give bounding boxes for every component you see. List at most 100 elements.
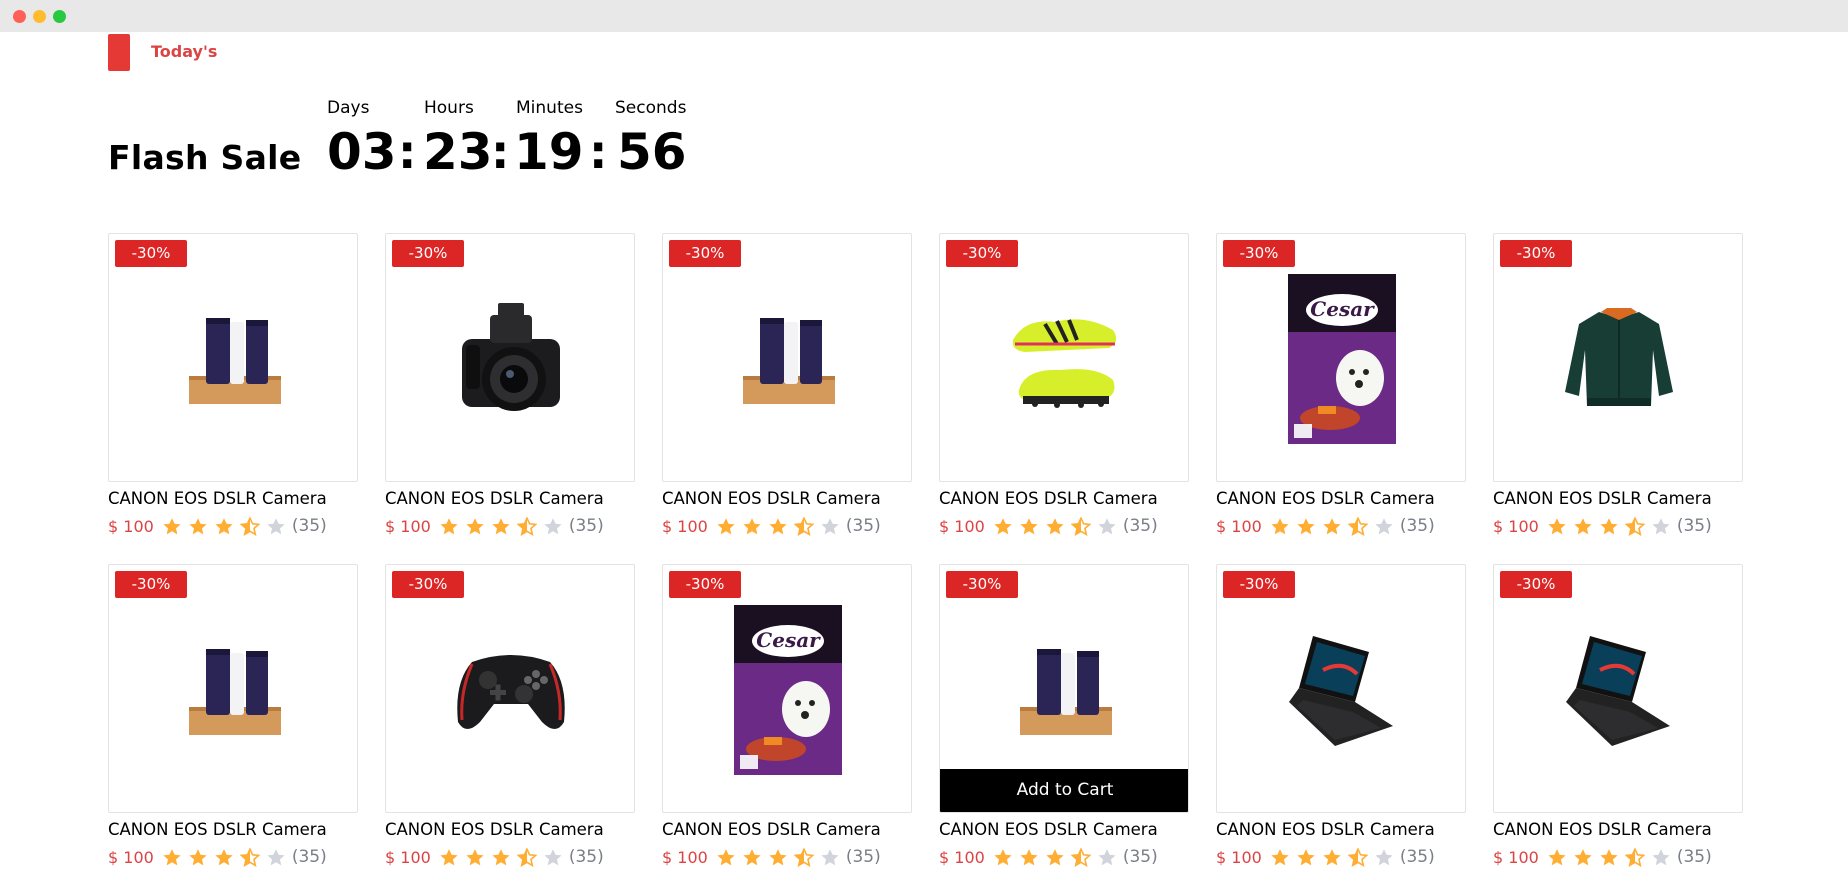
svg-text:Cesar: Cesar bbox=[1310, 297, 1375, 321]
rating-stars bbox=[1270, 847, 1400, 867]
product-name[interactable]: CANON EOS DSLR Camera bbox=[662, 820, 881, 839]
star-empty-icon bbox=[267, 848, 285, 865]
product-name[interactable]: CANON EOS DSLR Camera bbox=[1216, 820, 1435, 839]
product-image-frame[interactable]: -30% bbox=[1493, 564, 1743, 813]
product-name[interactable]: CANON EOS DSLR Camera bbox=[1493, 820, 1712, 839]
add-to-cart-button[interactable]: Add to Cart bbox=[940, 769, 1188, 812]
star-half-icon bbox=[239, 516, 260, 536]
star-empty-icon bbox=[1098, 517, 1116, 534]
star-half-icon bbox=[1624, 516, 1645, 536]
countdown-days-label: Days bbox=[327, 98, 370, 118]
star-full-icon bbox=[769, 848, 787, 865]
review-count: (35) bbox=[568, 847, 604, 867]
product-meta: $ 100 (35) bbox=[1493, 846, 1712, 868]
product-name[interactable]: CANON EOS DSLR Camera bbox=[108, 489, 327, 508]
product-image-frame[interactable]: -30% bbox=[108, 233, 358, 482]
product-name[interactable]: CANON EOS DSLR Camera bbox=[1216, 489, 1435, 508]
countdown-days-value: 03 bbox=[327, 123, 397, 181]
star-full-icon bbox=[466, 517, 484, 534]
rating-stars bbox=[439, 847, 569, 867]
countdown-minutes-label: Minutes bbox=[516, 98, 583, 118]
camera-product-image bbox=[386, 234, 634, 481]
product-meta: $ 100 (35) bbox=[108, 515, 327, 537]
star-full-icon bbox=[1297, 517, 1315, 534]
product-image-frame[interactable]: Cesar -30% bbox=[1216, 233, 1466, 482]
discount-badge: -30% bbox=[946, 571, 1018, 598]
product-image-frame[interactable]: -30% bbox=[662, 233, 912, 482]
tubes-product-image bbox=[109, 565, 357, 812]
maximize-window-button[interactable] bbox=[53, 10, 66, 23]
star-empty-icon bbox=[1098, 848, 1116, 865]
countdown-separator: : bbox=[491, 125, 510, 179]
star-half-icon bbox=[793, 516, 814, 536]
soccer-cleats-product-image bbox=[940, 234, 1188, 481]
gamepad-product-image bbox=[386, 565, 634, 812]
product-name[interactable]: CANON EOS DSLR Camera bbox=[662, 489, 881, 508]
star-full-icon bbox=[1046, 517, 1064, 534]
review-count: (35) bbox=[1399, 516, 1435, 536]
star-empty-icon bbox=[267, 517, 285, 534]
star-full-icon bbox=[1574, 517, 1592, 534]
product-image-frame[interactable]: -30% bbox=[1493, 233, 1743, 482]
discount-badge: -30% bbox=[1223, 571, 1295, 598]
star-full-icon bbox=[743, 517, 761, 534]
discount-badge: -30% bbox=[115, 240, 187, 267]
product-meta: $ 100 (35) bbox=[662, 515, 881, 537]
product-meta: $ 100 (35) bbox=[108, 846, 327, 868]
product-name[interactable]: CANON EOS DSLR Camera bbox=[939, 489, 1158, 508]
star-full-icon bbox=[1600, 848, 1618, 865]
star-half-icon bbox=[1347, 847, 1368, 867]
product-meta: $ 100 (35) bbox=[662, 846, 881, 868]
discount-badge: -30% bbox=[392, 571, 464, 598]
product-name[interactable]: CANON EOS DSLR Camera bbox=[1493, 489, 1712, 508]
jacket-product-image bbox=[1494, 234, 1742, 481]
star-full-icon bbox=[1548, 848, 1566, 865]
product-price: $ 100 bbox=[1216, 516, 1262, 536]
rating-stars bbox=[716, 847, 846, 867]
section-label: Today's bbox=[151, 42, 218, 61]
product-image-frame[interactable]: Cesar -30% bbox=[662, 564, 912, 813]
minimize-window-button[interactable] bbox=[33, 10, 46, 23]
product-image-frame[interactable]: -30% bbox=[385, 564, 635, 813]
svg-text:Cesar: Cesar bbox=[756, 628, 821, 652]
star-half-icon bbox=[239, 847, 260, 867]
discount-badge: -30% bbox=[1500, 240, 1572, 267]
star-full-icon bbox=[1548, 517, 1566, 534]
review-count: (35) bbox=[1122, 847, 1158, 867]
rating-stars bbox=[1270, 516, 1400, 536]
star-full-icon bbox=[1020, 848, 1038, 865]
countdown-separator: : bbox=[398, 125, 417, 179]
star-full-icon bbox=[1046, 848, 1064, 865]
product-name[interactable]: CANON EOS DSLR Camera bbox=[385, 489, 604, 508]
product-image-frame[interactable]: -30% bbox=[1216, 564, 1466, 813]
product-image-frame[interactable]: -30% bbox=[385, 233, 635, 482]
rating-stars bbox=[162, 516, 292, 536]
star-full-icon bbox=[189, 848, 207, 865]
product-meta: $ 100 (35) bbox=[385, 846, 604, 868]
product-meta: $ 100 (35) bbox=[1493, 515, 1712, 537]
product-name[interactable]: CANON EOS DSLR Camera bbox=[939, 820, 1158, 839]
star-full-icon bbox=[466, 848, 484, 865]
rating-stars bbox=[716, 516, 846, 536]
product-meta: $ 100 (35) bbox=[939, 515, 1158, 537]
tubes-product-image bbox=[109, 234, 357, 481]
close-window-button[interactable] bbox=[13, 10, 26, 23]
review-count: (35) bbox=[291, 516, 327, 536]
product-meta: $ 100 (35) bbox=[1216, 846, 1435, 868]
star-full-icon bbox=[1323, 848, 1341, 865]
product-name[interactable]: CANON EOS DSLR Camera bbox=[385, 820, 604, 839]
countdown-minutes-value: 19 bbox=[514, 123, 584, 181]
discount-badge: -30% bbox=[1223, 240, 1295, 267]
star-full-icon bbox=[717, 848, 735, 865]
product-name[interactable]: CANON EOS DSLR Camera bbox=[108, 820, 327, 839]
star-full-icon bbox=[717, 517, 735, 534]
product-price: $ 100 bbox=[939, 516, 985, 536]
product-image-frame[interactable]: -30% Add to Cart bbox=[939, 564, 1189, 813]
star-half-icon bbox=[1070, 847, 1091, 867]
product-price: $ 100 bbox=[385, 847, 431, 867]
product-image-frame[interactable]: -30% bbox=[939, 233, 1189, 482]
star-empty-icon bbox=[1652, 517, 1670, 534]
review-count: (35) bbox=[1676, 847, 1712, 867]
product-image-frame[interactable]: -30% bbox=[108, 564, 358, 813]
laptop-product-image bbox=[1494, 565, 1742, 812]
